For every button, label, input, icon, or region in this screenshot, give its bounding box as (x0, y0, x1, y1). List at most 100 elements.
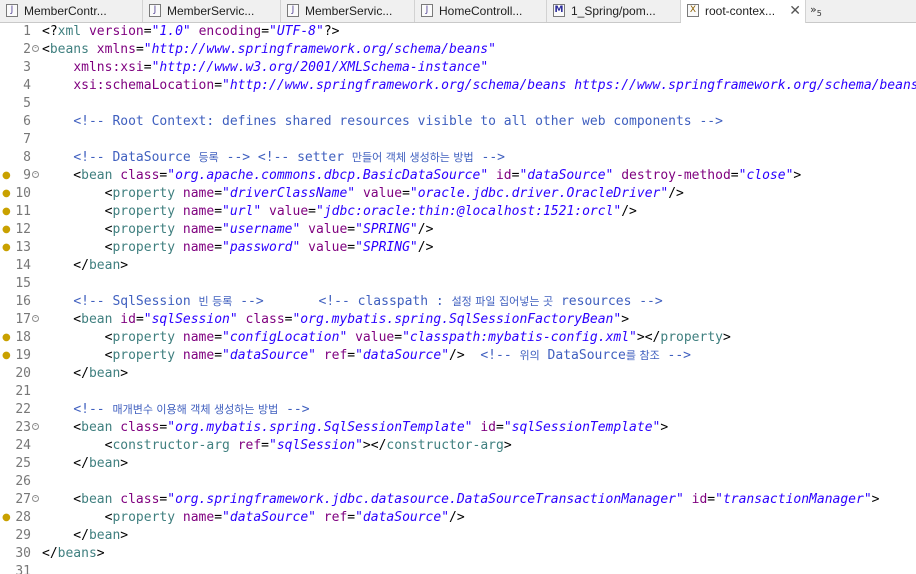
fold-toggle-icon[interactable]: - (32, 45, 39, 52)
code-line[interactable]: 5 (0, 95, 916, 113)
code-line[interactable]: ● 18 <property name="configLocation" valu… (0, 329, 916, 347)
code-line[interactable]: 17- <bean id="sqlSession" class="org.myb… (0, 311, 916, 329)
code-line[interactable]: 4 xsi:schemaLocation="http://www.springf… (0, 77, 916, 95)
hidden-tab-count: 5 (816, 9, 822, 19)
code-token: <!-- (480, 348, 520, 363)
code-token: 등록 (198, 151, 219, 164)
code-line[interactable]: 2- <beans xmlns="http://www.springframewo… (0, 41, 916, 59)
code-token: "configLocation" (222, 330, 348, 345)
code-token: = (214, 510, 223, 525)
fold-toggle-icon[interactable]: - (32, 315, 39, 322)
code-line[interactable]: 22 <!-- 매개변수 이용해 객체 생성하는 방법 --> (0, 401, 916, 419)
code-line[interactable]: ● 13 <property name="password" value="SPR… (0, 239, 916, 257)
code-line[interactable]: 29 </bean> (0, 527, 916, 545)
code-token: > (660, 420, 669, 435)
code-line[interactable]: ● 10 <property name="driverClassName" val… (0, 185, 916, 203)
editor-tab[interactable]: J HomeControll... (415, 0, 547, 22)
code-text: </bean> (42, 257, 128, 275)
code-token: < (42, 204, 113, 219)
code-line[interactable]: 6 <!-- Root Context: defines shared reso… (0, 113, 916, 131)
code-token: < (42, 312, 82, 327)
code-line[interactable]: 1 <?xml version="1.0" encoding="UTF-8"?> (0, 23, 916, 41)
code-token: "http://www.w3.org/2001/XMLSchema-instan… (151, 60, 489, 75)
line-number: 9 (23, 168, 31, 183)
code-text: <beans xmlns="http://www.springframework… (42, 41, 496, 59)
tab-label: 1_Spring/pom... (571, 4, 656, 18)
code-line[interactable]: 14 </bean> (0, 257, 916, 275)
code-token: "dataSource" (355, 510, 450, 525)
code-token: = (214, 222, 223, 237)
line-number: 27 (15, 492, 31, 507)
code-line[interactable]: 30 </beans> (0, 545, 916, 563)
close-icon[interactable]: ✕ (789, 0, 801, 22)
code-line[interactable]: ● 12 <property name="username" value="SPR… (0, 221, 916, 239)
code-token: = (143, 24, 152, 39)
code-token: > (120, 366, 129, 381)
code-line[interactable]: ● 19 <property name="dataSource" ref="dat… (0, 347, 916, 365)
code-token: ref (323, 348, 348, 363)
code-token: "jdbc:oracle:thin:@localhost:1521:orcl" (315, 204, 622, 219)
code-token: "password" (222, 240, 301, 255)
code-token: name (182, 348, 215, 363)
code-token: <!-- Root Context: defines shared resour… (73, 114, 723, 129)
code-token: < (42, 420, 82, 435)
code-token: property (112, 186, 176, 201)
line-number: 12 (15, 222, 31, 237)
code-line[interactable]: 23- <bean class = "org.mybatis.spring.SqlS… (0, 419, 916, 437)
line-number: 5 (23, 96, 31, 111)
code-text: <!-- DataSource 등록 --> <!-- setter 만들어 객… (42, 149, 505, 167)
editor-tab-active[interactable]: X root-contex... ✕ (681, 0, 806, 23)
code-token: property (112, 348, 176, 363)
code-token: > (871, 492, 880, 507)
fold-toggle-icon[interactable]: - (32, 423, 39, 430)
code-line[interactable]: 25 </bean> (0, 455, 916, 473)
code-line[interactable]: 31 (0, 563, 916, 574)
code-line[interactable]: 26 (0, 473, 916, 491)
code-token: "org.mybatis.spring.SqlSessionTemplate" (167, 420, 473, 435)
code-line[interactable]: 8 <!-- DataSource 등록 --> <!-- setter 만들어… (0, 149, 916, 167)
code-line[interactable]: 15 (0, 275, 916, 293)
fold-toggle-icon[interactable]: - (32, 495, 39, 502)
code-line[interactable]: 27- <bean class = "org.springframework.jdb… (0, 491, 916, 509)
editor-tab[interactable]: J MemberContr... (0, 0, 143, 22)
code-token: version (88, 24, 144, 39)
code-line[interactable]: 20 </bean> (0, 365, 916, 383)
code-token: "dataSource" (355, 348, 450, 363)
code-token: /> (417, 222, 434, 237)
fold-toggle-icon[interactable]: - (32, 171, 39, 178)
code-line[interactable]: ● 28 <property name="dataSource" ref="dat… (0, 509, 916, 527)
editor-tab[interactable]: M 1_Spring/pom... (547, 0, 681, 22)
code-line[interactable]: 24 <constructor-arg ref="sqlSession"></c… (0, 437, 916, 455)
code-token: id (480, 420, 496, 435)
code-line[interactable]: 16 <!-- SqlSession 빈 등록 --> <!-- classpa… (0, 293, 916, 311)
tab-overflow-button[interactable]: »5 (810, 0, 840, 22)
code-line[interactable]: ● 9- <bean class="org.apache.commons.dbcp… (0, 167, 916, 185)
code-token: > (120, 528, 129, 543)
line-number: 20 (15, 366, 31, 381)
code-token: name (182, 330, 215, 345)
code-token: 빈 등록 (198, 295, 233, 308)
xml-editor[interactable]: 1 <?xml version="1.0" encoding="UTF-8"?> 2… (0, 23, 916, 574)
code-line[interactable]: ● 11 <property name="url" value="jdbc:ora… (0, 203, 916, 221)
code-line[interactable]: 7 (0, 131, 916, 149)
code-token: --> <!-- classpath : (232, 294, 452, 309)
editor-tab[interactable]: J MemberServic... (281, 0, 415, 22)
code-token: = (347, 240, 356, 255)
code-token: property (112, 330, 176, 345)
line-number: 18 (15, 330, 31, 345)
code-line[interactable]: 21 (0, 383, 916, 401)
xml-file-icon: X (687, 4, 699, 17)
code-line[interactable]: 3 xmlns:xsi="http://www.w3.org/2001/XMLS… (0, 59, 916, 77)
editor-tab[interactable]: J MemberServic... (143, 0, 281, 22)
line-number: 28 (15, 510, 31, 525)
code-text: <property name="username" value="SPRING"… (42, 221, 434, 239)
